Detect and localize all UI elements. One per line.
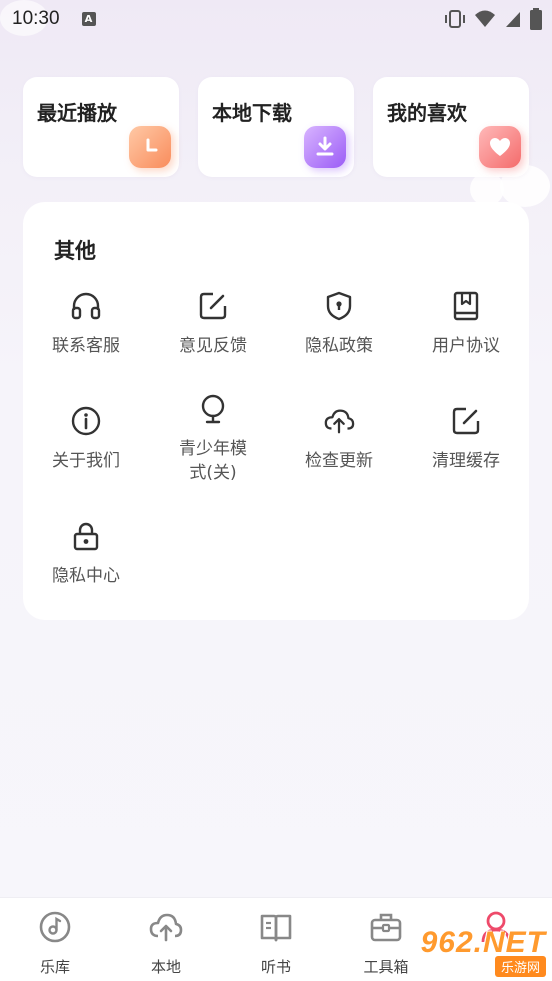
privacy-center-label: 隐私中心 [52, 566, 120, 586]
status-time: 10:30 [12, 8, 60, 29]
download-icon [304, 126, 346, 168]
other-section: 其他 联系客服 意见反馈 隐私政策 用户协议 关于我们 青少年模式(关) 检查更… [23, 202, 529, 620]
nav-audiobooks-label: 听书 [260, 958, 291, 976]
check-update-label: 检查更新 [305, 451, 373, 471]
heart-icon [479, 126, 521, 168]
privacy-policy-item[interactable]: 隐私政策 [276, 290, 402, 358]
bottom-nav: 乐库 本地 听书 工具箱 962.NET 乐游网 [0, 897, 552, 981]
local-download-label: 本地下载 [212, 101, 292, 125]
watermark-brand: 962.NET [420, 926, 546, 959]
book-icon [450, 290, 482, 322]
quick-access-row: 最近播放 本地下载 我的喜欢 [23, 77, 529, 177]
headphones-icon [70, 290, 102, 322]
nav-music-library[interactable]: 乐库 [15, 910, 95, 977]
nav-music-library-label: 乐库 [39, 958, 70, 976]
youth-mode-label: 青少年模式(关) [179, 439, 247, 483]
shield-icon [323, 290, 355, 322]
nav-local[interactable]: 本地 [126, 910, 206, 977]
open-book-icon [259, 910, 293, 948]
vibrate-icon [445, 10, 465, 28]
about-us-item[interactable]: 关于我们 [23, 405, 149, 473]
privacy-policy-label: 隐私政策 [305, 336, 373, 356]
notification-icon: A [81, 12, 96, 26]
about-us-label: 关于我们 [52, 451, 120, 471]
feedback-label: 意见反馈 [179, 336, 247, 356]
status-bar: 10:30 A [0, 0, 552, 38]
clear-cache-item[interactable]: 清理缓存 [403, 405, 529, 473]
my-favorites-label: 我的喜欢 [387, 101, 467, 125]
privacy-center-item[interactable]: 隐私中心 [23, 520, 149, 588]
battery-icon [530, 8, 542, 30]
contact-support-label: 联系客服 [52, 336, 120, 356]
edit-icon [197, 290, 229, 322]
watermark-logo: 962.NET 乐游网 [421, 926, 546, 977]
feedback-item[interactable]: 意见反馈 [150, 290, 276, 358]
clock-icon [129, 126, 171, 168]
youth-icon [197, 393, 229, 425]
edit-icon [450, 405, 482, 437]
nav-local-label: 本地 [150, 958, 181, 976]
toolbox-icon [369, 910, 403, 948]
signal-icon [506, 12, 520, 27]
wifi-icon [475, 10, 495, 27]
nav-toolbox-label: 工具箱 [363, 958, 409, 976]
local-download-card[interactable]: 本地下载 [198, 77, 354, 177]
user-agreement-item[interactable]: 用户协议 [403, 290, 529, 358]
nav-audiobooks[interactable]: 听书 [236, 910, 316, 977]
recent-play-label: 最近播放 [37, 101, 117, 125]
my-favorites-card[interactable]: 我的喜欢 [373, 77, 529, 177]
watermark-sub: 乐游网 [494, 956, 546, 977]
info-icon [70, 405, 102, 437]
youth-mode-item[interactable]: 青少年模式(关) [150, 393, 276, 485]
status-icons [444, 8, 542, 30]
nav-toolbox[interactable]: 工具箱 [346, 910, 426, 977]
lock-icon [70, 520, 102, 552]
user-agreement-label: 用户协议 [432, 336, 500, 356]
cloud-upload-icon [148, 910, 184, 948]
contact-support-item[interactable]: 联系客服 [23, 290, 149, 358]
other-title: 其他 [54, 239, 96, 263]
decoration-bubble [470, 172, 504, 206]
check-update-item[interactable]: 检查更新 [276, 405, 402, 473]
music-disc-icon [38, 910, 72, 948]
recent-play-card[interactable]: 最近播放 [23, 77, 179, 177]
cloud-upload-icon [323, 405, 355, 437]
clear-cache-label: 清理缓存 [432, 451, 500, 471]
